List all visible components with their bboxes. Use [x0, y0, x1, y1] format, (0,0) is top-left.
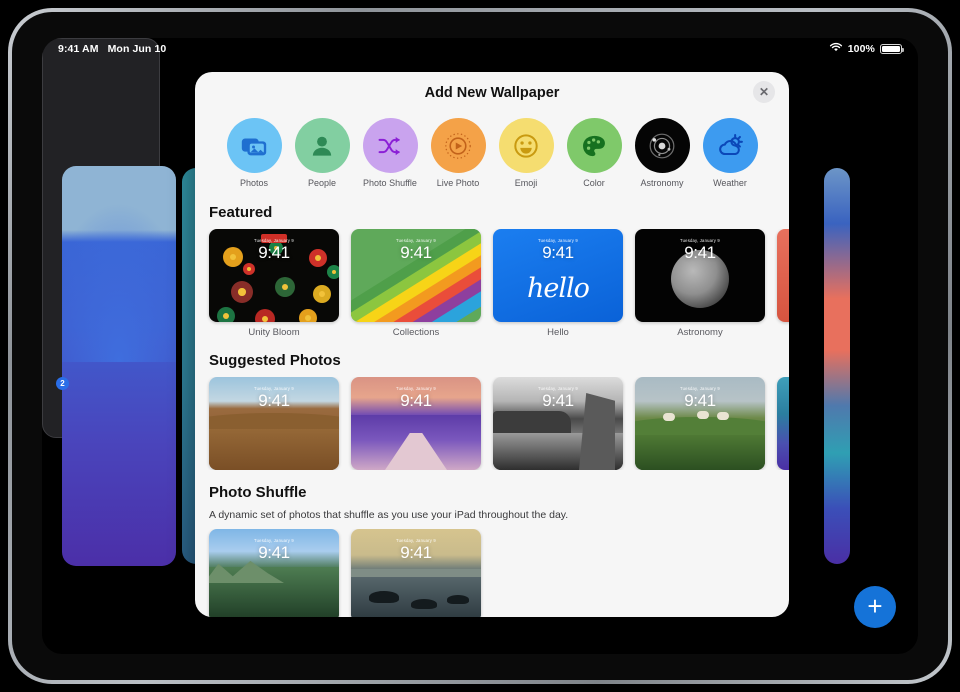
emoji-smile-icon — [498, 118, 554, 173]
category-color[interactable]: Color — [566, 118, 623, 188]
preview-time: 9:41 — [684, 243, 716, 262]
wallpaper-preview — [777, 229, 789, 322]
ipad-device-frame: 9:41 AM Mon Jun 10 100% 2 + Add New Wall… — [8, 8, 952, 684]
wallpaper-label: Collections — [392, 327, 440, 338]
section-featured: Featured Tuesday, January 9 9:41 Unity Bloo… — [195, 190, 789, 338]
wallpaper-thumbnail[interactable]: Tuesday, January 9 9:41 — [635, 377, 765, 470]
live-photo-icon — [430, 118, 486, 173]
page-title: Add New Wallpaper — [424, 85, 560, 101]
color-palette-icon — [566, 118, 622, 173]
astronomy-icon — [634, 118, 690, 173]
wallpaper-thumbnail[interactable]: Tuesday, January 9 9:41 Collections — [351, 229, 481, 338]
wallpaper-preview: Tuesday, January 9 9:41 — [635, 377, 765, 470]
section-suggested-photos: Suggested Photos Tuesday, January 9 9:41 Tu… — [195, 338, 789, 470]
preview-time: 9:41 — [542, 243, 574, 262]
close-glyph: ✕ — [758, 85, 770, 99]
category-live-photo[interactable]: Live Photo — [430, 118, 487, 188]
category-label: Weather — [713, 178, 747, 188]
plus-icon: + — [867, 590, 883, 621]
battery-percent: 100% — [847, 43, 875, 55]
section-title: Featured — [209, 204, 273, 221]
wallpaper-preview: Tuesday, January 9 9:41 — [351, 529, 481, 617]
wallpaper-thumbnail[interactable]: Tuesday, January 9 9:41 — [493, 377, 623, 470]
add-new-wallpaper-sheet: Add New Wallpaper ✕ Photos People Photo Sh… — [195, 72, 789, 617]
person-icon — [294, 118, 350, 173]
wifi-icon — [829, 42, 843, 56]
category-row: Photos People Photo Shuffle Live Photo Emoji… — [195, 114, 789, 190]
wallpaper-thumbnail-peek[interactable] — [777, 229, 789, 338]
wallpaper-label: Unity Bloom — [248, 327, 300, 338]
preview-time: 9:41 — [258, 391, 290, 410]
wallpaper-row: Tuesday, January 9 9:41 Tuesday, January 9… — [195, 529, 789, 617]
wallpaper-thumbnail[interactable]: Tuesday, January 9 9:41 — [351, 529, 481, 617]
section-title: Suggested Photos — [209, 352, 341, 369]
wallpaper-preview — [777, 377, 789, 470]
category-label: Photo Shuffle — [363, 178, 417, 188]
category-label: Photos — [239, 178, 269, 188]
wallpaper-preview: Tuesday, January 9 9:41 — [351, 229, 481, 322]
photos-icon — [226, 118, 282, 173]
wallpaper-card-peek-right[interactable] — [824, 168, 850, 564]
wallpaper-preview: Tuesday, January 9 9:41 — [209, 229, 339, 322]
category-emoji[interactable]: Emoji — [498, 118, 555, 188]
battery-icon — [880, 44, 904, 54]
category-astronomy[interactable]: Astronomy — [634, 118, 691, 188]
category-photo-shuffle[interactable]: Photo Shuffle — [362, 118, 419, 188]
wallpaper-thumbnail[interactable]: Tuesday, January 9 9:41 Astronomy — [635, 229, 765, 338]
close-icon[interactable]: ✕ — [753, 81, 775, 103]
category-label: People — [307, 178, 337, 188]
shuffle-icon — [362, 118, 418, 173]
preview-time: 9:41 — [542, 391, 574, 410]
wallpaper-thumbnail[interactable]: Tuesday, January 9 9:41 — [351, 377, 481, 470]
category-label: Astronomy — [640, 178, 684, 188]
status-date: Mon Jun 10 — [107, 43, 167, 55]
wallpaper-card-current[interactable] — [62, 166, 176, 566]
category-label: Live Photo — [436, 178, 480, 188]
annotation-marker-2: 2 — [56, 377, 69, 390]
wallpaper-label: Hello — [547, 327, 569, 338]
preview-time: 9:41 — [258, 543, 290, 562]
status-time: 9:41 AM — [58, 43, 99, 55]
preview-time: 9:41 — [400, 243, 432, 262]
wallpaper-thumbnail[interactable]: hello Tuesday, January 9 9:41 Hello — [493, 229, 623, 338]
category-label: Color — [583, 178, 605, 188]
sheet-header: Add New Wallpaper ✕ — [195, 72, 789, 114]
status-bar: 9:41 AM Mon Jun 10 100% — [42, 38, 918, 60]
wallpaper-preview: Tuesday, January 9 9:41 — [209, 377, 339, 470]
category-label: Emoji — [514, 178, 538, 188]
preview-time: 9:41 — [258, 243, 290, 262]
preview-time: 9:41 — [684, 391, 716, 410]
wallpaper-thumbnail[interactable]: Tuesday, January 9 9:41 Unity Bloom — [209, 229, 339, 338]
wallpaper-preview: Tuesday, January 9 9:41 — [635, 229, 765, 322]
wallpaper-row: Tuesday, January 9 9:41 Unity Bloom Tuesday… — [195, 229, 789, 338]
wallpaper-preview: hello Tuesday, January 9 9:41 — [493, 229, 623, 322]
wallpaper-thumbnail-peek[interactable] — [777, 377, 789, 470]
category-people[interactable]: People — [294, 118, 351, 188]
ipad-screen: 9:41 AM Mon Jun 10 100% 2 + Add New Wall… — [42, 38, 918, 654]
section-photo-shuffle: Photo Shuffle A dynamic set of photos tha… — [195, 470, 789, 617]
wallpaper-row: Tuesday, January 9 9:41 Tuesday, January 9… — [195, 377, 789, 470]
category-weather[interactable]: Weather — [702, 118, 759, 188]
wallpaper-preview: Tuesday, January 9 9:41 — [209, 529, 339, 617]
weather-icon — [702, 118, 758, 173]
section-title: Photo Shuffle — [209, 484, 307, 501]
wallpaper-preview: Tuesday, January 9 9:41 — [351, 377, 481, 470]
wallpaper-preview: Tuesday, January 9 9:41 — [493, 377, 623, 470]
ipad-bezel: 9:41 AM Mon Jun 10 100% 2 + Add New Wall… — [12, 12, 948, 680]
preview-time: 9:41 — [400, 391, 432, 410]
wallpaper-label: Astronomy — [677, 327, 723, 338]
wallpaper-sections: Featured Tuesday, January 9 9:41 Unity Bloo… — [195, 190, 789, 617]
wallpaper-thumbnail[interactable]: Tuesday, January 9 9:41 — [209, 529, 339, 617]
preview-time: 9:41 — [400, 543, 432, 562]
category-photos[interactable]: Photos — [226, 118, 283, 188]
section-subtitle: A dynamic set of photos that shuffle as … — [209, 509, 569, 521]
wallpaper-thumbnail[interactable]: Tuesday, January 9 9:41 — [209, 377, 339, 470]
add-wallpaper-button[interactable]: + — [854, 586, 896, 628]
